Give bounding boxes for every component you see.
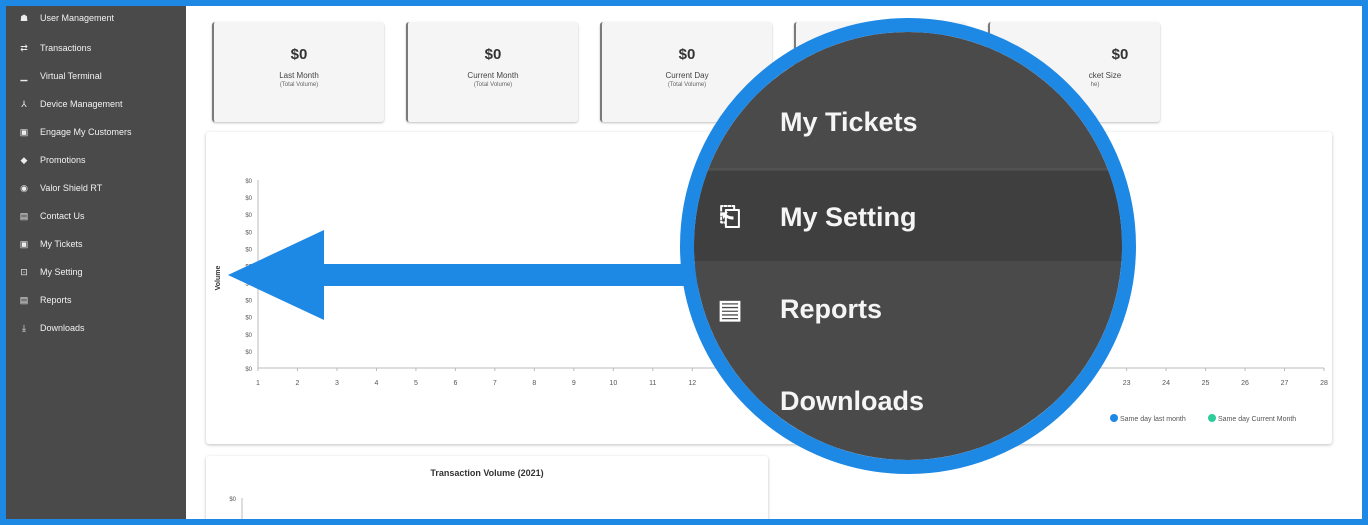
stat-value: $0	[290, 46, 308, 63]
y-tick-label: $0	[245, 179, 252, 185]
magnified-item-label: My Tickets	[780, 106, 918, 137]
stat-value: $0	[678, 46, 696, 63]
sidebar-item-transactions[interactable]: ⇄ Transactions	[18, 38, 91, 58]
sidebar-item-label: Transactions	[40, 43, 92, 53]
magnified-item-label: Downloads	[780, 385, 925, 416]
y-tick-label: $0	[245, 316, 252, 322]
transaction-volume-chart: $0	[229, 497, 243, 519]
x-tick-label: 23	[1123, 380, 1131, 387]
sidebar-item-label: Contact Us	[40, 211, 85, 221]
magnified-item-my-tickets[interactable]: My Tickets	[694, 106, 1122, 138]
y-tick-label: $0	[245, 299, 252, 305]
tag-icon: ◆	[20, 154, 28, 165]
y-tick-label: $0	[245, 264, 252, 270]
stat-label: Last Month	[279, 71, 319, 80]
stat-value: $0	[484, 46, 502, 63]
transaction-volume-chart-card: Transaction Volume (2021) $0	[206, 456, 768, 519]
report-icon: ▤	[717, 293, 743, 324]
stat-value: $0	[1111, 46, 1129, 63]
stat-label: Current Day	[665, 71, 709, 80]
app-frame: ☗ User Management ⇄ Transactions ▁ Virtual Te…	[0, 0, 1368, 525]
y-tick-label: $0	[229, 497, 236, 503]
download-icon: ⤓	[22, 322, 26, 333]
x-tick-label: 8	[532, 380, 536, 387]
sidebar-item-label: Virtual Terminal	[40, 71, 102, 81]
sidebar-item-downloads[interactable]: ⤓ Downloads	[18, 318, 85, 338]
sidebar-item-label: Valor Shield RT	[40, 183, 103, 193]
x-tick-label: 12	[688, 380, 696, 387]
x-tick-label: 27	[1281, 380, 1289, 387]
stat-label: Current Month	[467, 71, 519, 80]
x-tick-label: 5	[414, 380, 418, 387]
y-tick-label: $0	[245, 333, 252, 339]
sidebar-item-my-tickets[interactable]: ▣ My Tickets	[18, 234, 83, 254]
stat-label: cket Size	[1088, 71, 1122, 80]
sidebar-item-virtual-terminal[interactable]: ▁ Virtual Terminal	[18, 66, 102, 86]
sidebar-item-label: Promotions	[40, 155, 86, 165]
x-tick-label: 1	[256, 380, 260, 387]
y-axis-label: Volume	[215, 266, 222, 291]
transactions-icon: ⇄	[20, 42, 28, 53]
legend-marker	[1110, 414, 1118, 422]
magnified-item-label: My Setting	[780, 201, 917, 232]
x-tick-label: 9	[572, 380, 576, 387]
x-tick-label: 28	[1320, 380, 1328, 387]
stat-card: $0 Current Month (Total Volume)	[406, 22, 578, 122]
y-tick-label: $0	[245, 282, 252, 288]
x-tick-label: 6	[453, 380, 457, 387]
sidebar-item-promotions[interactable]: ◆ Promotions	[18, 150, 86, 170]
x-tick-label: 10	[609, 380, 617, 387]
sidebar-item-device-management[interactable]: ⅄ Device Management	[18, 94, 123, 114]
sidebar: ☗ User Management ⇄ Transactions ▁ Virtual Te…	[6, 6, 186, 519]
contact-icon: ▤	[19, 210, 29, 221]
sidebar-item-valor-shield-rt[interactable]: ◉ Valor Shield RT	[18, 178, 102, 198]
legend-label: Same day Current Month	[1218, 416, 1296, 423]
sidebar-item-my-setting[interactable]: ⊡ My Setting	[18, 262, 83, 282]
y-tick-label: $0	[245, 247, 252, 253]
stat-sublabel: (Total Volume)	[473, 82, 513, 88]
sidebar-item-contact-us[interactable]: ▤ Contact Us	[18, 206, 85, 226]
y-tick-label: $0	[245, 230, 252, 236]
legend-marker	[1208, 414, 1216, 422]
sidebar-item-label: Device Management	[40, 99, 123, 109]
stat-sublabel: (Total Volume)	[667, 82, 707, 88]
shield-icon: ◉	[20, 182, 28, 193]
x-tick-label: 11	[649, 380, 656, 387]
settings-icon: ⎗	[719, 201, 741, 231]
sidebar-item-label: Reports	[40, 295, 72, 305]
sidebar-item-reports[interactable]: ▤ Reports	[18, 290, 72, 310]
engage-icon: ▣	[19, 126, 29, 137]
x-tick-label: 24	[1162, 380, 1170, 387]
settings-icon: ⊡	[20, 266, 28, 277]
users-icon: ☗	[19, 12, 29, 23]
y-tick-label: $0	[245, 367, 252, 373]
report-icon: ▤	[19, 294, 29, 305]
y-tick-label: $0	[245, 350, 252, 356]
x-tick-label: 7	[493, 380, 497, 387]
x-tick-label: 25	[1202, 380, 1210, 387]
magnified-item-reports[interactable]: ▤ Reports	[694, 293, 1122, 325]
ticket-icon: ▣	[19, 238, 29, 249]
sidebar-item-label: User Management	[40, 13, 115, 23]
stat-card: $0 Last Month (Total Volume)	[212, 22, 384, 122]
y-tick-label: $0	[245, 196, 252, 202]
magnified-item-my-setting[interactable]: ⎗ My Setting	[694, 201, 1122, 233]
magnified-item-label: Reports	[780, 293, 883, 324]
device-icon: ⅄	[21, 98, 27, 109]
y-tick-label: $0	[245, 213, 252, 219]
x-tick-label: 3	[335, 380, 339, 387]
sidebar-item-user-management[interactable]: ☗ User Management	[18, 8, 114, 28]
terminal-icon: ▁	[20, 70, 28, 81]
stat-sublabel: (Total Volume)	[279, 82, 319, 88]
x-tick-label: 2	[296, 380, 300, 387]
sidebar-item-engage-my-customers[interactable]: ▣ Engage My Customers	[18, 122, 132, 142]
legend-label: Same day last month	[1120, 416, 1186, 423]
x-tick-label: 4	[374, 380, 378, 387]
sidebar-item-label: Engage My Customers	[40, 127, 132, 137]
sidebar-item-label: My Setting	[40, 267, 83, 277]
sidebar-item-label: My Tickets	[40, 239, 83, 249]
x-tick-label: 26	[1241, 380, 1249, 387]
sidebar-item-label: Downloads	[40, 323, 85, 333]
